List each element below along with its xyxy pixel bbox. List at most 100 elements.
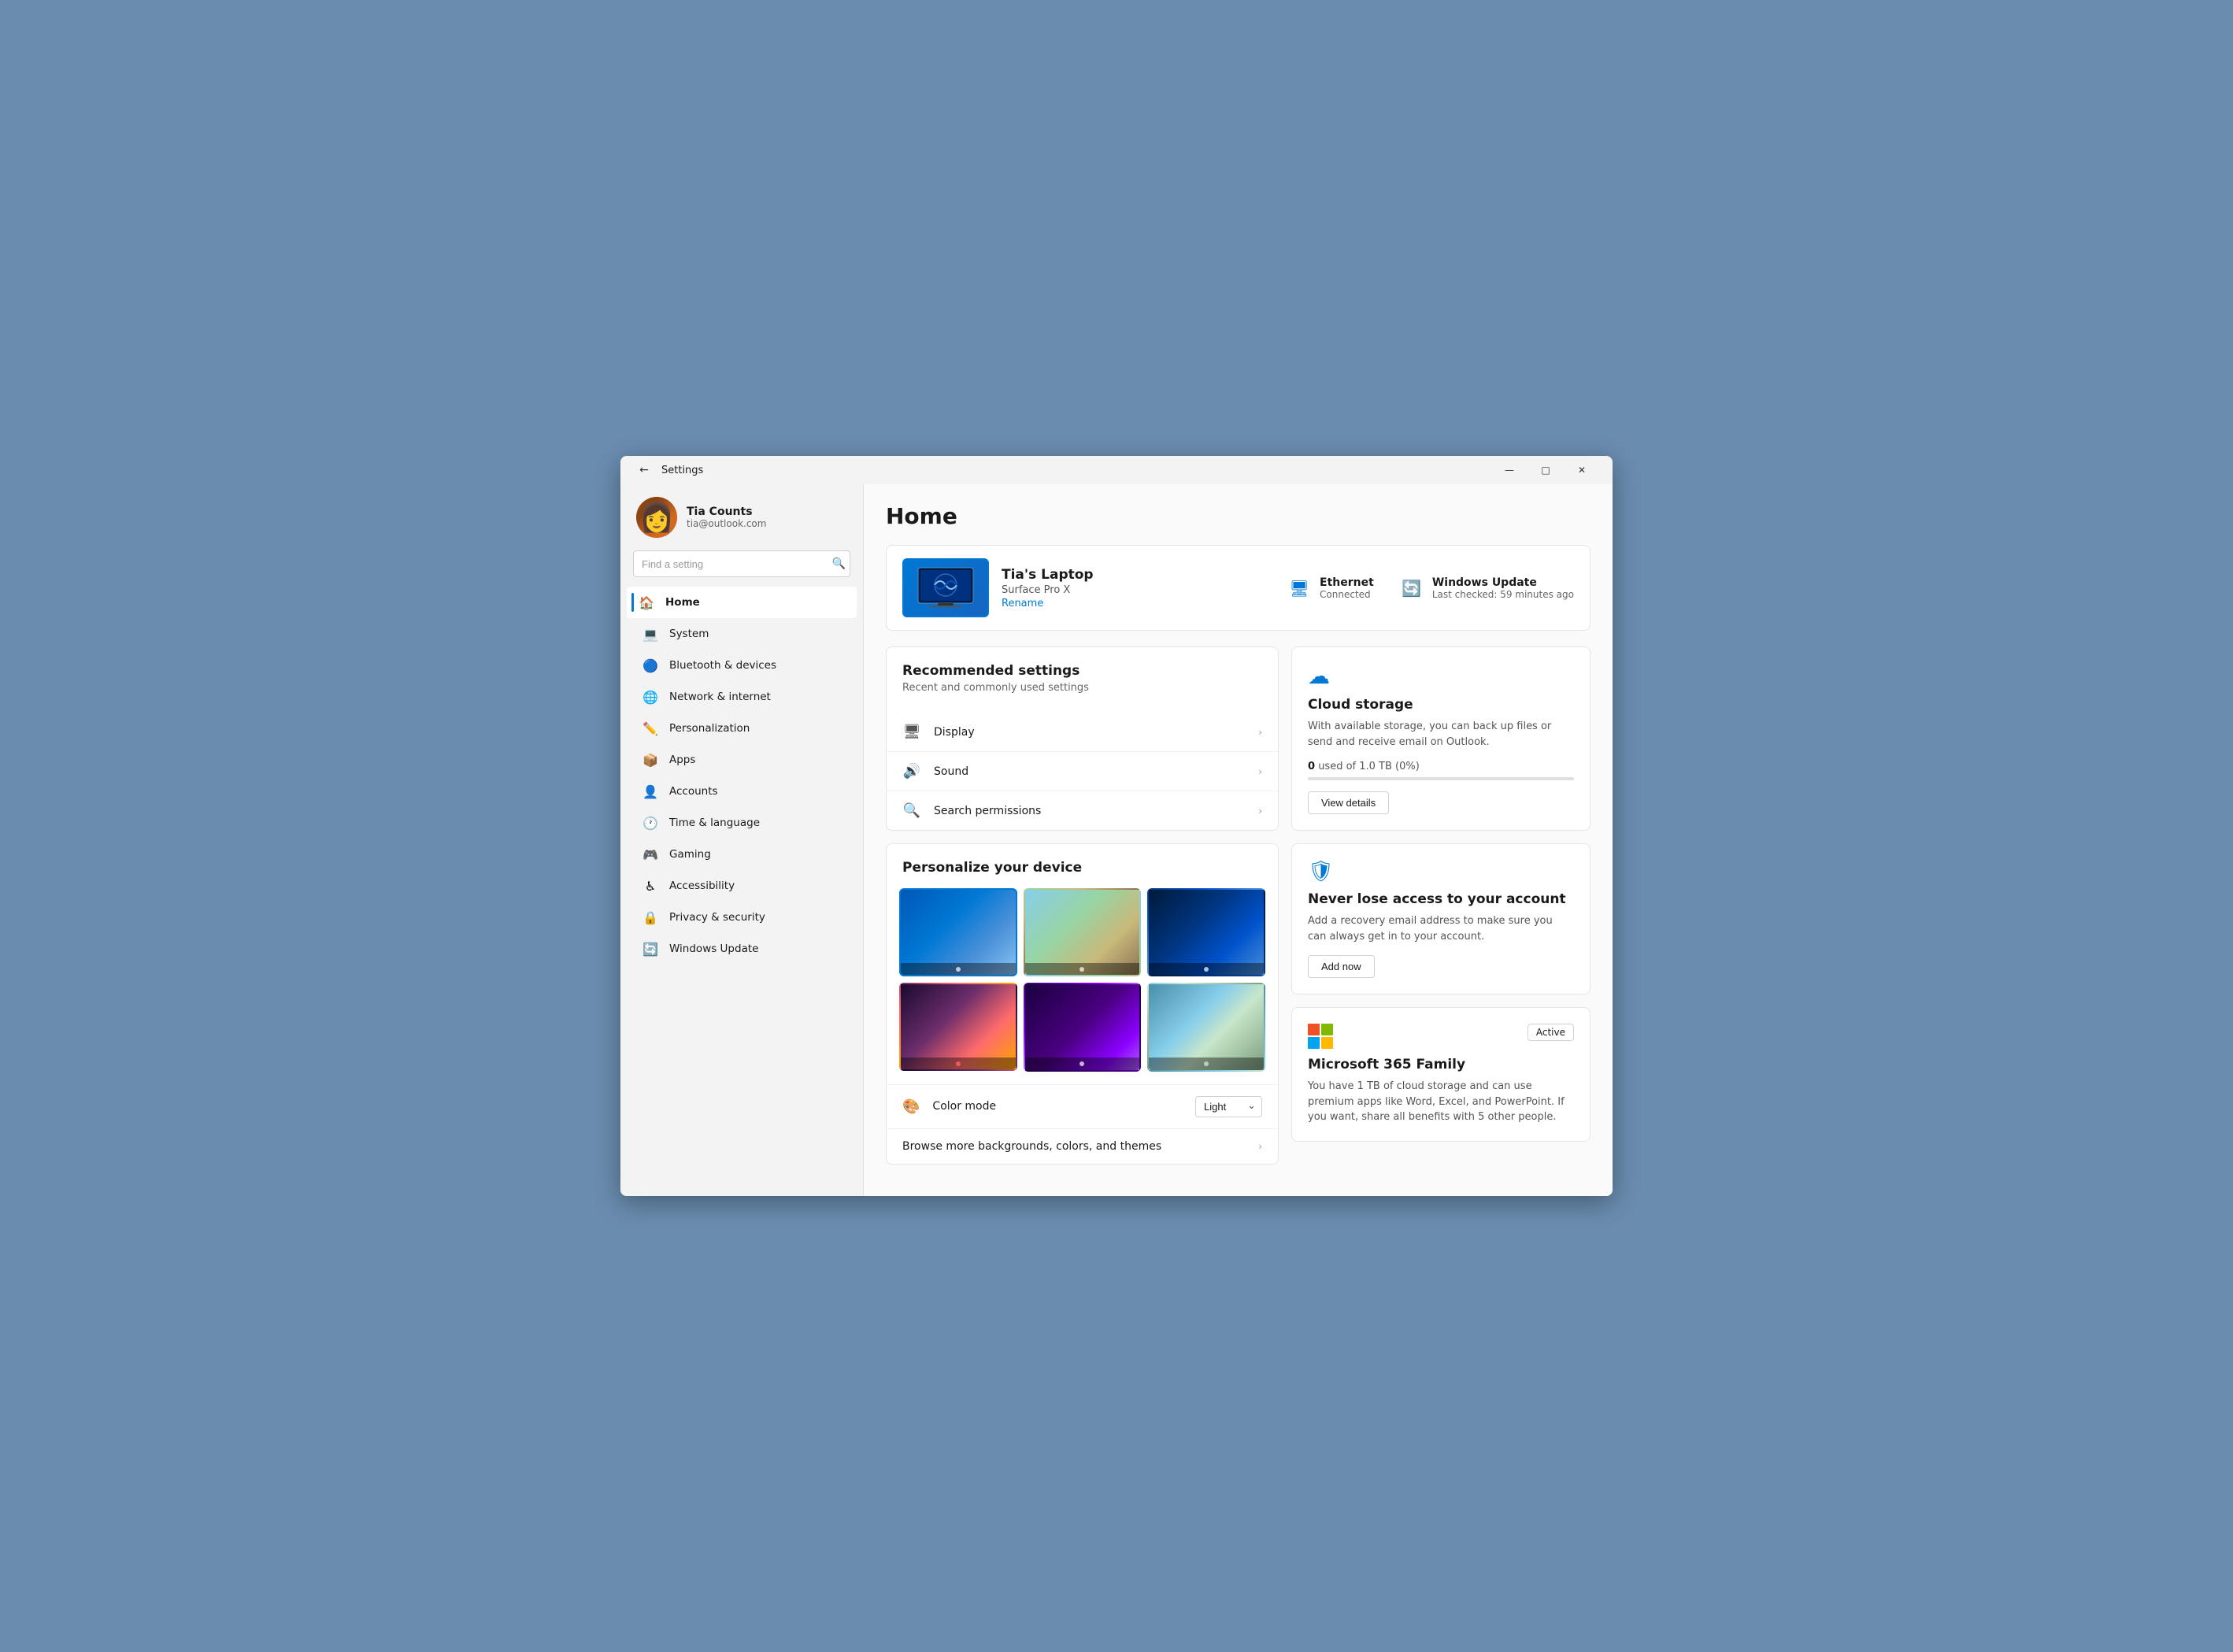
nav-container: 🏠 Home 💻System🔵Bluetooth & devices 🌐 Network… — [620, 587, 863, 965]
maximize-button[interactable]: □ — [1528, 456, 1564, 484]
storage-bar — [1308, 777, 1574, 780]
cloud-desc: With available storage, you can back up … — [1308, 719, 1574, 750]
sound-row[interactable]: 🔊 Sound › — [887, 752, 1278, 791]
sidebar-item-privacy[interactable]: 🔒 Privacy & security — [627, 902, 857, 933]
back-button[interactable]: ← — [633, 459, 655, 481]
sidebar-item-network[interactable]: 🌐 Network & internet — [627, 681, 857, 713]
ethernet-icon: 🖥 — [1287, 576, 1312, 601]
recommended-sub: Recent and commonly used settings — [902, 682, 1262, 694]
wallpaper-thumb-4[interactable] — [899, 983, 1017, 1071]
cloud-storage-card: ☁ Cloud storage With available storage, … — [1291, 646, 1591, 831]
minimize-button[interactable]: — — [1491, 456, 1528, 484]
windows-update-label: Windows Update — [1432, 576, 1574, 589]
wallpaper-thumb-2[interactable] — [1024, 888, 1142, 976]
sidebar-item-time[interactable]: 🕐 Time & language — [627, 807, 857, 839]
sidebar-item-personalization[interactable]: ✏️Personalization — [627, 713, 857, 744]
wallpaper-thumb-3[interactable] — [1147, 888, 1265, 976]
sidebar: Tia Counts tia@outlook.com 🔍 🏠 Home 💻Syste… — [620, 484, 863, 1196]
titlebar-title: Settings — [661, 465, 703, 476]
wallpaper-thumb-1[interactable] — [899, 888, 1017, 976]
sound-chevron: › — [1258, 766, 1262, 777]
sidebar-item-accounts[interactable]: 👤Accounts — [627, 776, 857, 807]
view-details-button[interactable]: View details — [1308, 791, 1389, 814]
ethernet-sub: Connected — [1320, 589, 1374, 600]
nav-label-gaming: Gaming — [669, 848, 711, 861]
nav-icon-accessibility: ♿ — [642, 878, 658, 894]
wallpaper-thumb-6[interactable] — [1147, 983, 1265, 1071]
personalize-card: Personalize your device — [886, 843, 1279, 1165]
user-name: Tia Counts — [687, 506, 766, 518]
nav-icon-time: 🕐 — [642, 815, 658, 831]
user-profile: Tia Counts tia@outlook.com — [620, 484, 863, 547]
nav-icon-system: 💻 — [642, 626, 658, 642]
nav-icon-network: 🌐 — [642, 689, 658, 705]
user-email: tia@outlook.com — [687, 518, 766, 529]
nav-label-privacy: Privacy & security — [669, 911, 765, 924]
search-permissions-chevron: › — [1258, 806, 1262, 817]
add-now-button[interactable]: Add now — [1308, 955, 1375, 978]
color-mode-select[interactable]: Light Dark Custom — [1195, 1096, 1262, 1117]
recommended-settings-card: Recommended settings Recent and commonly… — [886, 646, 1279, 831]
sound-label: Sound — [934, 765, 1246, 778]
settings-window: ← Settings — □ ✕ Tia Counts tia@outlook.… — [620, 456, 1613, 1196]
nav-icon-gaming: 🎮 — [642, 846, 658, 862]
ms365-header: Active — [1308, 1024, 1574, 1049]
ms-logo-red — [1308, 1024, 1320, 1035]
display-icon: 🖥 — [902, 724, 921, 740]
sidebar-item-bluetooth[interactable]: 🔵Bluetooth & devices — [627, 650, 857, 681]
search-permissions-row[interactable]: 🔍 Search permissions › — [887, 791, 1278, 830]
left-column: Recommended settings Recent and commonly… — [886, 646, 1279, 1165]
right-column: ☁ Cloud storage With available storage, … — [1291, 646, 1591, 1165]
nav-icon-update: 🔄 — [642, 941, 658, 957]
cloud-icon: ☁ — [1308, 663, 1574, 689]
sidebar-item-gaming[interactable]: 🎮 Gaming — [627, 839, 857, 870]
wallpaper-thumb-5[interactable] — [1024, 983, 1142, 1071]
device-banner: Tia's Laptop Surface Pro X Rename 🖥 Ethe… — [886, 545, 1591, 631]
nav-label-bluetooth: Bluetooth & devices — [669, 659, 776, 672]
security-icon: 🛡 — [1308, 860, 1574, 883]
color-mode-label: Color mode — [932, 1100, 1183, 1113]
nav-label-time: Time & language — [669, 817, 760, 829]
storage-text: 0 used of 1.0 TB (0%) — [1308, 761, 1574, 772]
two-col-layout: Recommended settings Recent and commonly… — [886, 646, 1591, 1165]
avatar-image — [636, 497, 677, 538]
nav-label-accounts: Accounts — [669, 785, 718, 798]
ms-logo-blue — [1308, 1037, 1320, 1049]
search-box: 🔍 — [633, 550, 850, 577]
browse-row[interactable]: Browse more backgrounds, colors, and the… — [887, 1128, 1278, 1164]
nav-icon-personalization: ✏️ — [642, 720, 658, 736]
nav-label-home: Home — [665, 596, 700, 609]
ethernet-info: Ethernet Connected — [1320, 576, 1374, 600]
color-mode-row: 🎨 Color mode Light Dark Custom — [887, 1084, 1278, 1128]
device-name: Tia's Laptop — [1002, 567, 1274, 583]
display-row[interactable]: 🖥 Display › — [887, 713, 1278, 752]
display-chevron: › — [1258, 727, 1262, 738]
display-label: Display — [934, 726, 1246, 739]
sidebar-item-apps[interactable]: 📦Apps — [627, 744, 857, 776]
sidebar-item-update[interactable]: 🔄Windows Update — [627, 933, 857, 965]
device-rename[interactable]: Rename — [1002, 598, 1274, 609]
close-button[interactable]: ✕ — [1564, 456, 1600, 484]
nav-label-network: Network & internet — [669, 691, 771, 703]
personalize-title: Personalize your device — [902, 860, 1262, 876]
sidebar-item-system[interactable]: 💻System — [627, 618, 857, 650]
storage-of: used of 1.0 TB (0%) — [1318, 761, 1420, 772]
cloud-title: Cloud storage — [1308, 697, 1574, 713]
browse-chevron: › — [1258, 1141, 1262, 1152]
ethernet-label: Ethernet — [1320, 576, 1374, 589]
device-status: 🖥 Ethernet Connected 🔄 Windows Update La… — [1287, 576, 1574, 601]
sidebar-item-accessibility[interactable]: ♿Accessibility — [627, 870, 857, 902]
search-permissions-label: Search permissions — [934, 805, 1246, 817]
nav-icon-home: 🏠 — [639, 594, 654, 610]
browse-label: Browse more backgrounds, colors, and the… — [902, 1140, 1246, 1153]
search-permissions-icon: 🔍 — [902, 802, 921, 819]
sound-icon: 🔊 — [902, 763, 921, 780]
main-content: Home Tia's Laptop — [863, 484, 1613, 1196]
account-security-card: 🛡 Never lose access to your account Add … — [1291, 843, 1591, 995]
nav-icon-privacy: 🔒 — [642, 909, 658, 925]
ms-logo — [1308, 1024, 1333, 1049]
search-input[interactable] — [633, 550, 850, 577]
sidebar-item-home[interactable]: 🏠 Home — [627, 587, 857, 618]
nav-icon-apps: 📦 — [642, 752, 658, 768]
search-icon[interactable]: 🔍 — [832, 557, 846, 570]
